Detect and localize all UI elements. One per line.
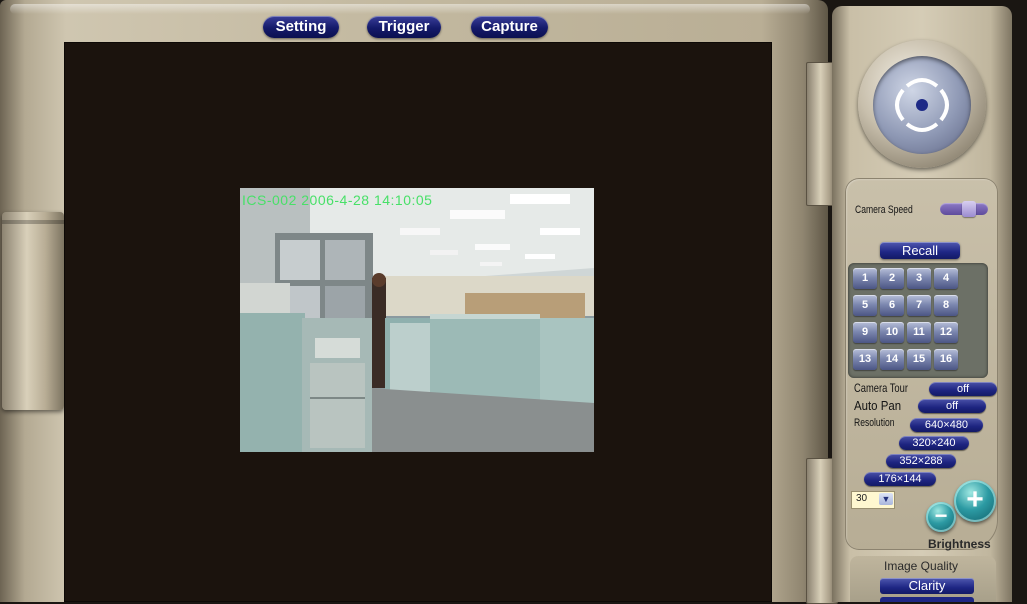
capture-button[interactable]: Capture [471,16,548,38]
preset-button-2[interactable]: 2 [880,268,904,289]
resolution-label: Resolution [854,417,895,429]
image-quality-label: Image Quality [884,559,959,573]
preset-button-15[interactable]: 15 [907,349,931,370]
auto-pan-label: Auto Pan [854,398,902,413]
preset-button-9[interactable]: 9 [853,322,877,343]
preset-button-3[interactable]: 3 [907,268,931,289]
preset-button-16[interactable]: 16 [934,349,958,370]
preset-button-10[interactable]: 10 [880,322,904,343]
preset-button-7[interactable]: 7 [907,295,931,316]
clarity-button[interactable]: Clarity [880,578,974,594]
direction-arrows-icon [895,78,949,132]
video-viewport: ICS-002 2006-4-28 14:10:05 [64,42,772,602]
preset-button-11[interactable]: 11 [907,322,931,343]
quality-option-button[interactable] [880,597,974,602]
resolution-352x288-button[interactable]: 352×288 [886,454,956,468]
camera-speed-label: Camera Speed [855,204,913,216]
preset-button-8[interactable]: 8 [934,295,958,316]
camera-tour-toggle[interactable]: off [929,382,997,396]
auto-pan-toggle[interactable]: off [918,399,986,413]
brightness-decrease-button[interactable]: − [926,502,956,532]
camera-speed-knob[interactable] [962,201,976,217]
resolution-640x480-button[interactable]: 640×480 [910,418,983,432]
recall-button[interactable]: Recall [880,242,960,259]
plus-icon: + [966,483,984,516]
frame-rate-value: 30 [856,493,868,504]
brightness-label: Brightness [928,537,991,551]
camera-video-feed: ICS-002 2006-4-28 14:10:05 [240,188,594,452]
chevron-down-icon: ▼ [879,493,893,505]
left-handle [2,212,64,410]
preset-button-13[interactable]: 13 [853,349,877,370]
setting-button[interactable]: Setting [263,16,339,38]
camera-tour-label: Camera Tour [854,381,908,395]
preset-button-6[interactable]: 6 [880,295,904,316]
resolution-176x144-button[interactable]: 176×144 [864,472,936,486]
trigger-button[interactable]: Trigger [367,16,441,38]
preset-button-12[interactable]: 12 [934,322,958,343]
preset-button-14[interactable]: 14 [880,349,904,370]
preset-button-4[interactable]: 4 [934,268,958,289]
preset-button-5[interactable]: 5 [853,295,877,316]
preset-button-1[interactable]: 1 [853,268,877,289]
ptz-direction-pad[interactable] [873,56,971,154]
frame-shine [10,4,810,14]
minus-icon: − [934,503,948,528]
office-scene-image [240,188,594,452]
resolution-320x240-button[interactable]: 320×240 [899,436,969,450]
video-timestamp-overlay: ICS-002 2006-4-28 14:10:05 [242,192,433,208]
brightness-increase-button[interactable]: + [954,480,996,522]
frame-rate-select[interactable]: 30 ▼ [851,491,895,509]
